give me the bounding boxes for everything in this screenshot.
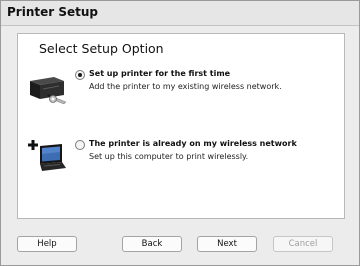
window-title: Printer Setup [7, 5, 98, 19]
first-time-radio[interactable] [75, 70, 85, 80]
printer-wrench-icon [30, 77, 67, 105]
add-laptop-icon [28, 140, 66, 171]
help-button[interactable]: Help [17, 236, 77, 252]
first-time-option-description: Add the printer to my existing wireless … [89, 82, 282, 91]
title-bar: Printer Setup [1, 1, 359, 26]
back-button[interactable]: Back [122, 236, 182, 252]
option-already-on-network[interactable]: The printer is already on my wireless ne… [18, 138, 344, 178]
printer-setup-window: Printer Setup Select Setup Option Set up… [0, 0, 360, 266]
section-heading: Select Setup Option [39, 41, 164, 56]
already-on-network-radio[interactable] [75, 140, 85, 150]
cancel-button[interactable]: Cancel [273, 236, 333, 252]
first-time-option-label: Set up printer for the first time [89, 69, 231, 78]
already-on-network-option-label: The printer is already on my wireless ne… [89, 139, 297, 148]
next-button[interactable]: Next [197, 236, 257, 252]
option-first-time-setup[interactable]: Set up printer for the first time Add th… [18, 68, 344, 108]
already-on-network-option-description: Set up this computer to print wirelessly… [89, 152, 249, 161]
setup-option-panel: Select Setup Option Set up printer for t… [17, 33, 345, 219]
